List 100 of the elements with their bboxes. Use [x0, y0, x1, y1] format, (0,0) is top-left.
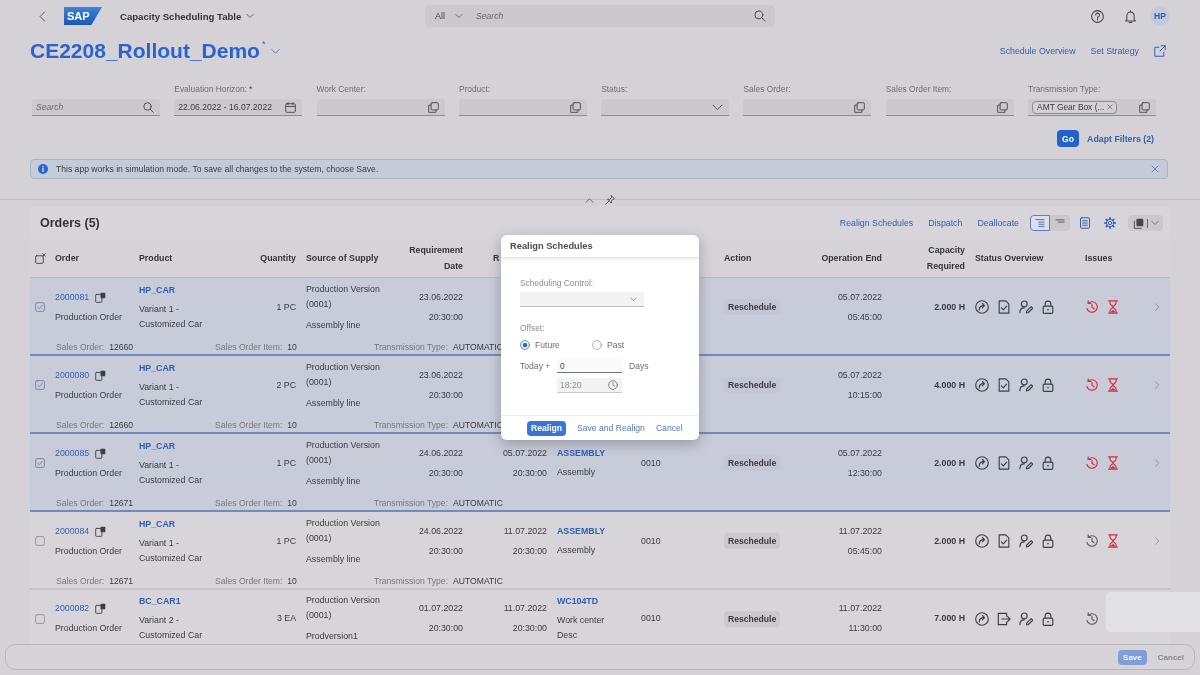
quantity-text: 1 PC: [276, 300, 296, 314]
product-description: Variant 1 - Customized Car: [139, 380, 204, 409]
capacity-text: 2.000 H: [934, 456, 965, 470]
company-logo: SAP: [64, 7, 102, 25]
date-text: 11.07.2022: [503, 524, 547, 538]
field-label: Scheduling Control:: [520, 278, 595, 289]
source-detail-text: Assembly line: [306, 474, 361, 488]
code-text: 0010: [641, 534, 661, 548]
field-label: Sales Order:: [56, 341, 105, 354]
time-text: 20:30:00: [428, 466, 463, 480]
capacity-text: 2.000 H: [934, 534, 965, 548]
time-text: 10:15:00: [847, 388, 882, 402]
filter-label: Status:: [601, 84, 628, 95]
date-text: 11.07.2022: [503, 602, 547, 615]
date-text: 01.07.2022: [418, 602, 463, 615]
field-label: Sales Order Item:: [215, 575, 283, 588]
field-value: 10: [287, 419, 297, 432]
quantity-text: 1 PC: [276, 534, 296, 548]
field-value: 10: [287, 575, 297, 588]
time-text: 12:30:00: [847, 466, 882, 480]
filter-label: Product:: [458, 84, 491, 95]
field-label: Sales Order Item:: [215, 497, 283, 510]
time-text: 20:30:00: [428, 622, 463, 635]
field-value: AUTOMATIC: [453, 341, 503, 354]
source-of-supply-text: Production Version (0001): [306, 438, 381, 467]
time-text: 20:30:00: [428, 544, 463, 558]
source-detail-text: Assembly line: [306, 318, 361, 332]
field-label: Sales Order Item:: [215, 419, 283, 432]
time-text: 20:30:00: [428, 310, 463, 324]
field-value: 10: [287, 497, 297, 510]
field-value: 12671: [109, 575, 134, 588]
date-text: 05.07.2022: [837, 446, 882, 460]
date-text: 11.07.2022: [838, 602, 882, 615]
dialog-title: Realign Schedules: [501, 235, 699, 258]
time-text: 11:30:00: [848, 622, 882, 635]
date-text: 23.06.2022: [418, 290, 463, 304]
filter-label: Sales Order Item:: [885, 84, 952, 95]
field-value: AUTOMATIC: [453, 497, 503, 510]
date-text: 05.07.2022: [837, 290, 882, 304]
order-type-text: Production Order: [55, 388, 122, 402]
field-value: AUTOMATIC: [453, 419, 503, 432]
field-label: Sales Order Item:: [215, 341, 283, 354]
time-text: 20:30:00: [428, 388, 463, 402]
field-label: Sales Order:: [56, 419, 105, 432]
field-value: 12660: [109, 419, 134, 432]
time-text: 05:45:00: [847, 544, 882, 558]
days-label: Days: [629, 361, 649, 371]
source-of-supply-text: Production Version (0001): [306, 594, 381, 622]
description-text: Assembly: [557, 466, 596, 479]
quantity-text: 2 PC: [276, 378, 296, 392]
source-detail-text: Prodversion1: [306, 630, 358, 643]
date-text: 11.07.2022: [838, 524, 882, 538]
filter-label: Work Center:: [316, 84, 366, 95]
field-value: 12671: [109, 497, 134, 510]
today-label: Today +: [520, 361, 552, 371]
table-title: Orders (5): [40, 216, 100, 230]
product-description: Variant 2 - Customized Car: [139, 614, 204, 642]
source-of-supply-text: Production Version (0001): [306, 360, 381, 389]
field-label: Transmission Type:: [374, 575, 449, 588]
field-label: Sales Order:: [56, 497, 105, 510]
description-text: Assembly: [557, 544, 596, 557]
source-of-supply-text: Production Version (0001): [306, 516, 381, 545]
field-label: Sales Order:: [56, 575, 105, 588]
field-value: 10: [287, 341, 297, 354]
code-text: 0010: [641, 456, 661, 470]
field-label: Transmission Type:: [374, 341, 449, 354]
product-description: Variant 1 - Customized Car: [139, 458, 204, 487]
modified-mark: *: [261, 40, 266, 49]
date-text: 24.06.2022: [418, 446, 463, 460]
order-type-text: Production Order: [55, 544, 122, 558]
field-label: Transmission Type:: [374, 497, 449, 510]
quantity-text: 3 EA: [276, 612, 296, 625]
time-text: 20:30:00: [512, 544, 547, 558]
date-text: 23.06.2022: [418, 368, 463, 382]
field-value: AUTOMATIC: [453, 575, 503, 588]
capacity-text: 2.000 H: [934, 300, 965, 314]
product-description: Variant 1 - Customized Car: [139, 302, 204, 331]
source-detail-text: Assembly line: [306, 552, 361, 566]
capacity-text: 4.000 H: [934, 378, 965, 392]
order-type-text: Production Order: [55, 622, 122, 635]
description-text: Work center Desc: [557, 614, 606, 642]
source-of-supply-text: Production Version (0001): [306, 282, 381, 311]
time-text: 20:30:00: [512, 622, 547, 635]
order-type-text: Production Order: [55, 466, 122, 480]
required-mark: *: [248, 84, 253, 95]
field-value: 12660: [109, 341, 134, 354]
filter-label: Sales Order:: [743, 84, 791, 95]
date-text: 05.07.2022: [502, 446, 547, 460]
date-text: 05.07.2022: [837, 368, 882, 382]
order-type-text: Production Order: [55, 310, 122, 324]
source-detail-text: Assembly line: [306, 396, 361, 410]
field-label: Transmission Type:: [374, 419, 449, 432]
time-text: 20:30:00: [512, 466, 547, 480]
capacity-text: 7.000 H: [934, 612, 965, 625]
time-text: 05:45:00: [847, 310, 882, 324]
code-text: 0010: [641, 612, 661, 625]
field-label: Offset:: [520, 323, 546, 334]
date-text: 24.06.2022: [418, 524, 463, 538]
product-description: Variant 1 - Customized Car: [139, 536, 204, 565]
filter-label: Evaluation Horizon:: [174, 84, 247, 95]
